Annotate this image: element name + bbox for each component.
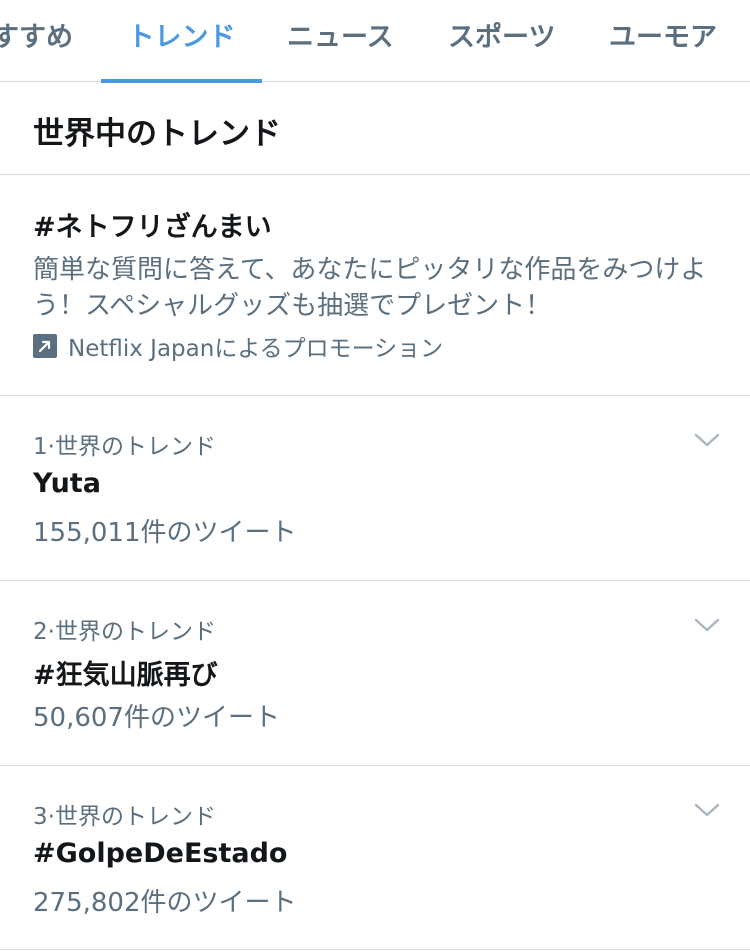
trend-tweet-count: 50,607件のツイート [33, 703, 280, 733]
promoted-hashtag[interactable]: #ネトフリざんまい [33, 205, 272, 244]
trend-tweet-count: 275,802件のツイート [33, 888, 297, 918]
trend-name: #狂気山脈再び [33, 660, 218, 691]
tab-news[interactable]: ニュース [287, 0, 394, 82]
chevron-down-icon[interactable] [694, 617, 720, 633]
trend-item[interactable]: 1·世界のトレンド Yuta 155,011件のツイート [0, 396, 750, 580]
active-tab-indicator [101, 79, 262, 83]
divider [0, 949, 750, 950]
trend-item[interactable]: 2·世界のトレンド #狂気山脈再び 50,607件のツイート [0, 581, 750, 765]
trend-name: #GolpeDeEstado [33, 838, 288, 869]
tab-bar: すすめ トレンド ニュース スポーツ ユーモア [0, 0, 750, 83]
promoted-by: Netflix Japanによるプロモーション [33, 331, 444, 362]
tab-label: ユーモア [609, 22, 717, 53]
section-title: 世界中のトレンド [33, 116, 281, 152]
tab-humor[interactable]: ユーモア [609, 0, 717, 82]
chevron-down-icon[interactable] [694, 432, 720, 448]
trend-rank-context: 3·世界のトレンド [33, 804, 216, 830]
divider [0, 174, 750, 175]
promoted-description: 簡単な質問に答えて、あなたにピッタリな作品をみつけよう！スペシャルグッズも抽選で… [33, 255, 707, 321]
tab-recommended[interactable]: すすめ [0, 0, 73, 82]
tab-label: トレンド [127, 22, 236, 53]
trend-rank-context: 1·世界のトレンド [33, 434, 216, 460]
promoted-by-label: Netflix Japanによるプロモーション [68, 336, 444, 362]
tab-label: スポーツ [448, 22, 556, 53]
trend-rank-context: 2·世界のトレンド [33, 619, 216, 645]
tab-label: すすめ [0, 22, 73, 53]
tab-trends[interactable]: トレンド [101, 0, 262, 83]
promoted-arrow-icon [33, 334, 57, 358]
trend-item[interactable]: 3·世界のトレンド #GolpeDeEstado 275,802件のツイート [0, 766, 750, 950]
tab-label: ニュース [287, 22, 394, 53]
tab-sports[interactable]: スポーツ [448, 0, 555, 82]
trend-tweet-count: 155,011件のツイート [33, 518, 297, 548]
trend-name: Yuta [33, 468, 101, 499]
chevron-down-icon[interactable] [694, 802, 720, 818]
